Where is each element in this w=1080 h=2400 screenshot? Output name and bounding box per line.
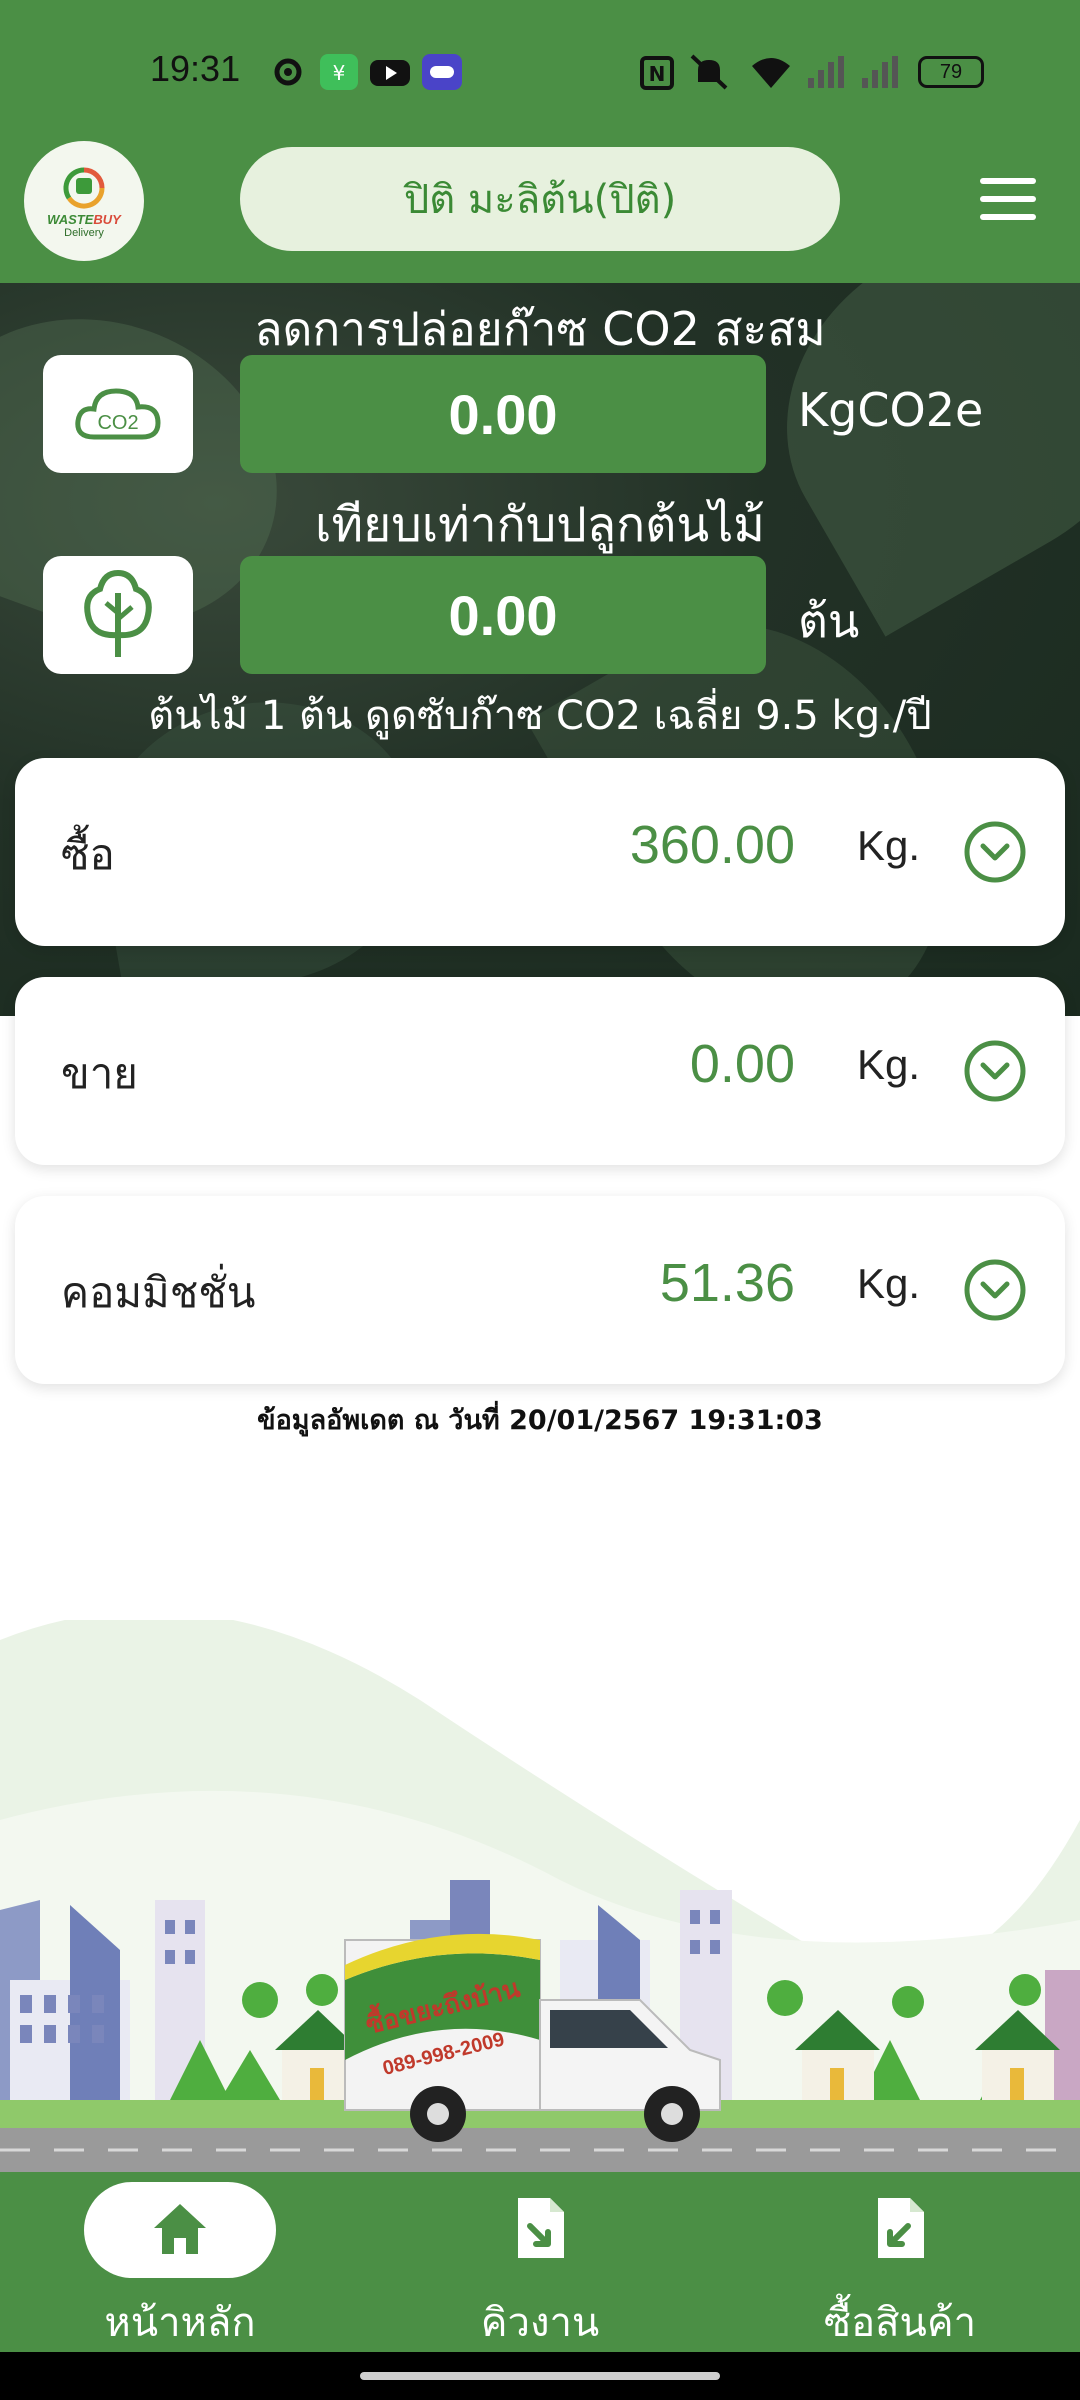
recycle-logo-icon	[63, 166, 105, 209]
last-updated-text: ข้อมูลอัพเดต ณ วันที่ 20/01/2567 19:31:0…	[257, 1405, 823, 1436]
buy-document-icon	[878, 2198, 924, 2258]
card-label: ซื้อ	[61, 830, 115, 879]
signal-icon-2	[862, 56, 898, 88]
user-name-pill[interactable]: ปิติ มะลิต้น(ปิติ)	[240, 147, 840, 251]
game-icon	[422, 54, 462, 90]
bottom-navigation: หน้าหลัก คิวงาน ซื้อสินค้า	[0, 2172, 1080, 2352]
card-value: 0.00	[689, 1034, 795, 1094]
logo-subtext: Delivery	[64, 226, 104, 239]
tree-icon-box	[43, 556, 193, 674]
commission-summary-card[interactable]: คอมมิชชั่น 51.36 Kg.	[15, 1196, 1065, 1384]
app-logo[interactable]: WASTEBUY Delivery	[24, 141, 144, 261]
card-label: ขาย	[61, 1049, 138, 1098]
nav-label: ซื้อสินค้า	[823, 2300, 977, 2346]
nav-buy-products[interactable]: ซื้อสินค้า	[720, 2172, 1080, 2352]
tree-title: เทียบเท่ากับปลูกต้นไม้	[315, 497, 765, 553]
nav-label: หน้าหลัก	[104, 2300, 256, 2346]
settings-icon	[274, 58, 302, 86]
tree-icon	[84, 569, 152, 657]
nfc-icon: N	[640, 56, 674, 90]
tree-value: 0.00	[240, 556, 766, 674]
buy-summary-card[interactable]: ซื้อ 360.00 Kg.	[15, 758, 1065, 946]
card-unit: Kg.	[857, 822, 921, 869]
city-truck-illustration: ซื้อขยะถึงบ้าน 089-998-2009	[0, 1620, 1080, 2172]
card-label: คอมมิชชั่น	[61, 1268, 256, 1317]
logo-wordmark: WASTEBUY	[47, 211, 121, 227]
co2-icon-box: CO2	[43, 355, 193, 473]
sell-summary-card[interactable]: ขาย 0.00 Kg.	[15, 977, 1065, 1165]
chevron-down-circle-icon[interactable]	[963, 1258, 1027, 1322]
svg-text:N: N	[649, 62, 666, 86]
card-value: 51.36	[659, 1253, 795, 1313]
co2-unit: KgCO2e	[798, 383, 984, 437]
chevron-down-circle-icon[interactable]	[963, 1039, 1027, 1103]
status-bar: 19:31 ¥ N 79	[0, 0, 1080, 140]
tree-absorb-note: ต้นไม้ 1 ต้น ดูดซับก๊าซ CO2 เฉลี่ย 9.5 k…	[148, 693, 932, 739]
card-unit: Kg.	[857, 1041, 921, 1088]
co2-icon-text: CO2	[97, 412, 138, 434]
chevron-down-circle-icon[interactable]	[963, 820, 1027, 884]
card-unit: Kg.	[857, 1260, 921, 1307]
svg-text:¥: ¥	[333, 61, 346, 85]
signal-icon	[808, 56, 844, 88]
co2-cloud-icon: CO2	[75, 388, 161, 440]
co2-value: 0.00	[240, 355, 766, 473]
nav-label: คิวงาน	[480, 2300, 600, 2346]
battery-icon: 79	[918, 56, 984, 88]
queue-document-icon	[518, 2198, 564, 2258]
app-icon: ¥	[320, 54, 358, 90]
nav-home[interactable]: หน้าหลัก	[0, 2172, 360, 2352]
home-gesture-handle[interactable]	[360, 2372, 720, 2380]
wifi-icon	[752, 58, 790, 88]
nav-queue[interactable]: คิวงาน	[360, 2172, 720, 2352]
youtube-icon	[370, 60, 410, 86]
user-name: ปิติ มะลิต้น(ปิติ)	[403, 177, 677, 223]
tree-unit: ต้น	[798, 594, 860, 648]
status-time: 19:31	[150, 48, 241, 89]
battery-level: 79	[939, 61, 963, 83]
home-icon	[154, 2204, 206, 2254]
mute-icon	[690, 54, 728, 90]
card-value: 360.00	[629, 815, 795, 875]
hamburger-menu-icon[interactable]	[980, 178, 1036, 220]
gesture-bar	[0, 2352, 1080, 2400]
